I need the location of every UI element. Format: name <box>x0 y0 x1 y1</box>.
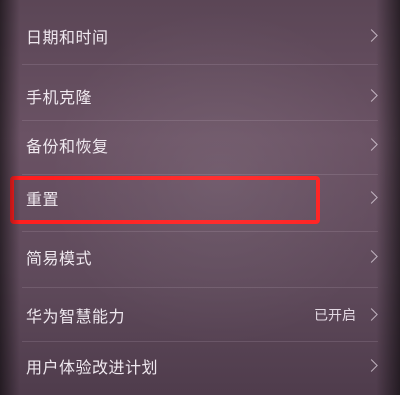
chevron-right-icon <box>365 191 378 204</box>
chevron-right-icon <box>365 308 378 321</box>
settings-item-huawei-ai[interactable]: 华为智慧能力 已开启 <box>0 287 400 343</box>
settings-item-status: 已开启 <box>314 308 356 324</box>
chevron-right-icon <box>365 250 378 263</box>
settings-item-user-experience[interactable]: 用户体验改进计划 <box>0 338 400 394</box>
settings-item-simple-mode[interactable]: 简易模式 <box>0 229 400 285</box>
settings-item-backup-restore[interactable]: 备份和恢复 <box>0 117 400 173</box>
settings-item-label: 备份和恢复 <box>26 137 109 156</box>
reset-highlight-box <box>10 176 320 224</box>
chevron-right-icon <box>365 89 378 102</box>
chevron-right-icon <box>365 29 378 42</box>
divider <box>22 64 378 65</box>
settings-item-phone-clone[interactable]: 手机克隆 <box>0 68 400 124</box>
settings-item-label: 手机克隆 <box>26 88 93 107</box>
settings-item-label: 简易模式 <box>26 249 93 268</box>
settings-item-label: 日期和时间 <box>26 28 109 47</box>
settings-item-label: 用户体验改进计划 <box>26 358 159 377</box>
settings-item-date-time[interactable]: 日期和时间 <box>0 8 400 64</box>
chevron-right-icon <box>365 138 378 151</box>
chevron-right-icon <box>365 359 378 372</box>
settings-item-label: 华为智慧能力 <box>26 307 126 326</box>
